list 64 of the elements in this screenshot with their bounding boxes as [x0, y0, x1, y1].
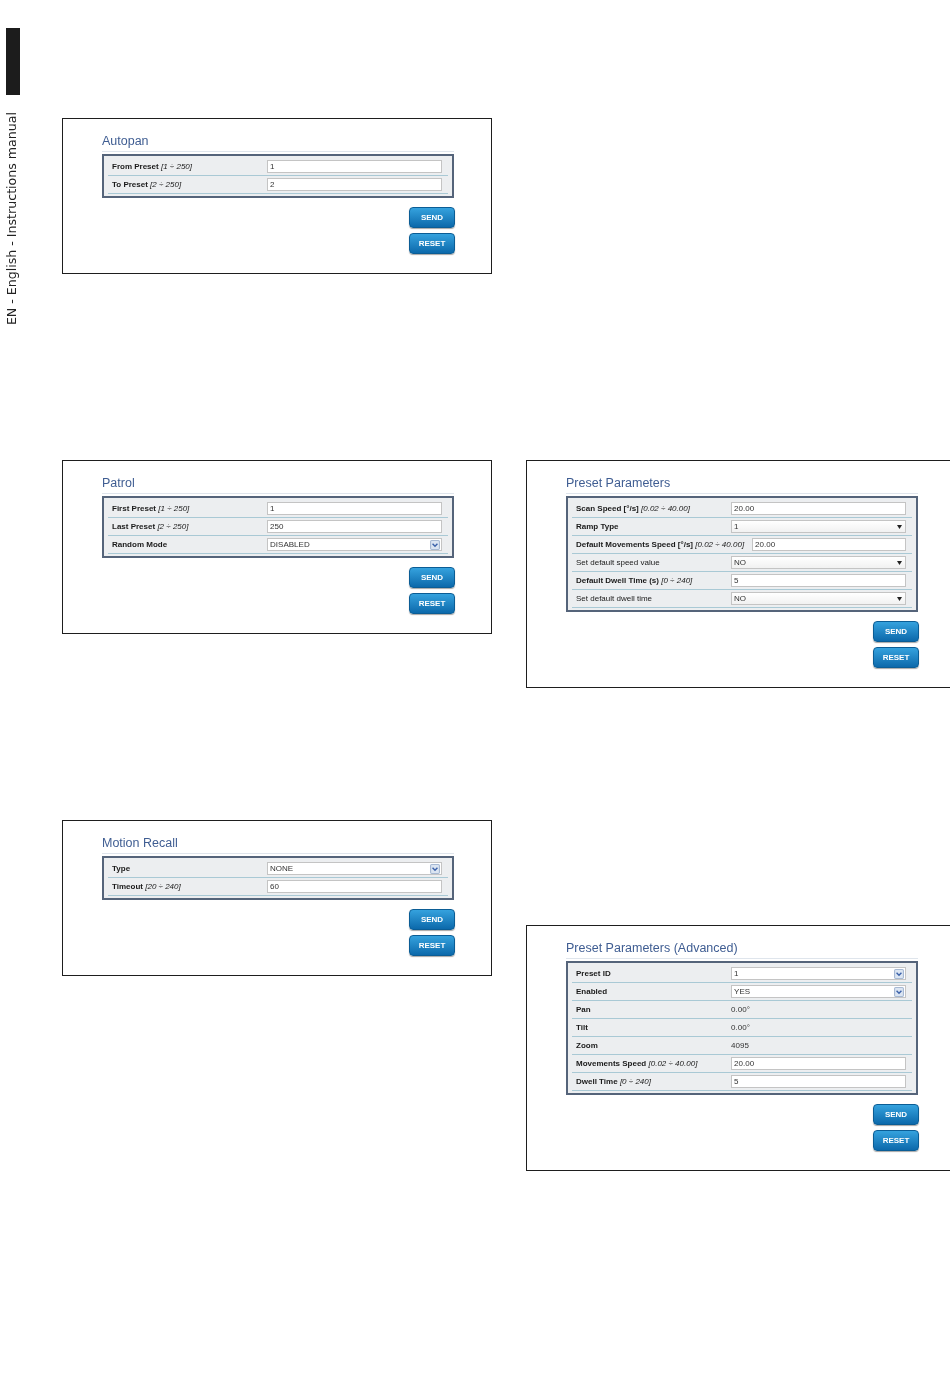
field-value: 0.00°	[731, 1004, 751, 1016]
field-label: Tilt	[576, 1022, 589, 1033]
reset-button[interactable]: RESET	[409, 233, 455, 254]
text-field[interactable]: 2	[267, 178, 442, 191]
field-label: Ramp Type	[576, 521, 620, 532]
send-button[interactable]: SEND	[409, 909, 455, 930]
text-field[interactable]: 20.00	[731, 502, 906, 515]
dropdown-field[interactable]: DISABLED	[267, 538, 442, 551]
field-label: Pan	[576, 1004, 592, 1015]
field-label: Preset ID	[576, 968, 612, 979]
field-label: Last Preset [2 ÷ 250]	[112, 521, 190, 532]
field-label: Movements Speed [0.02 ÷ 40.00]	[576, 1058, 699, 1069]
dropdown-field[interactable]: NO	[731, 592, 906, 605]
field-label: Timeout [20 ÷ 240]	[112, 881, 182, 892]
chevron-down-icon	[430, 539, 440, 550]
text-field[interactable]: 250	[267, 520, 442, 533]
dropdown-field[interactable]: NO	[731, 556, 906, 569]
panel-title: Preset Parameters	[566, 476, 918, 494]
field-label: Random Mode	[112, 539, 169, 550]
dropdown-field[interactable]: 1	[731, 520, 906, 533]
send-button[interactable]: SEND	[873, 621, 919, 642]
field-value: 4095	[731, 1040, 750, 1052]
field-label: Zoom	[576, 1040, 599, 1051]
text-field[interactable]: 20.00	[752, 538, 906, 551]
field-label: Default Movements Speed [°/s] [0.02 ÷ 40.00]	[576, 539, 746, 550]
field-label: Set default speed value	[576, 557, 661, 568]
send-button[interactable]: SEND	[409, 207, 455, 228]
section-marker-bar	[6, 28, 20, 95]
send-button[interactable]: SEND	[873, 1104, 919, 1125]
field-value: 0.00°	[731, 1022, 751, 1034]
caret-down-icon	[897, 596, 902, 601]
panel-title: Autopan	[102, 134, 454, 152]
text-field[interactable]: 5	[731, 1075, 906, 1088]
text-field[interactable]: 5	[731, 574, 906, 587]
caret-down-icon	[897, 560, 902, 565]
caret-down-icon	[897, 524, 902, 529]
reset-button[interactable]: RESET	[409, 593, 455, 614]
chevron-down-icon	[430, 863, 440, 874]
field-label: Set default dwell time	[576, 593, 654, 604]
field-label: From Preset [1 ÷ 250]	[112, 161, 193, 172]
reset-button[interactable]: RESET	[409, 935, 455, 956]
dropdown-field[interactable]: 1	[731, 967, 906, 980]
field-label: To Preset [2 ÷ 250]	[112, 179, 183, 190]
text-field[interactable]: 20.00	[731, 1057, 906, 1070]
text-field[interactable]: 1	[267, 502, 442, 515]
field-label: Default Dwell Time (s) [0 ÷ 240]	[576, 575, 694, 586]
panel-title: Motion Recall	[102, 836, 454, 854]
chevron-down-icon	[894, 986, 904, 997]
field-label: Scan Speed [°/s] [0.02 ÷ 40.00]	[576, 503, 691, 514]
field-label: Type	[112, 863, 132, 874]
panel-title: Preset Parameters (Advanced)	[566, 941, 918, 959]
chevron-down-icon	[894, 968, 904, 979]
field-label: Dwell Time [0 ÷ 240]	[576, 1076, 652, 1087]
reset-button[interactable]: RESET	[873, 647, 919, 668]
panel-title: Patrol	[102, 476, 454, 494]
field-label: Enabled	[576, 986, 609, 997]
field-label: First Preset [1 ÷ 250]	[112, 503, 191, 514]
text-field[interactable]: 1	[267, 160, 442, 173]
dropdown-field[interactable]: NONE	[267, 862, 442, 875]
text-field[interactable]: 60	[267, 880, 442, 893]
reset-button[interactable]: RESET	[873, 1130, 919, 1151]
dropdown-field[interactable]: YES	[731, 985, 906, 998]
page-side-label: EN - English - Instructions manual	[4, 112, 19, 326]
send-button[interactable]: SEND	[409, 567, 455, 588]
